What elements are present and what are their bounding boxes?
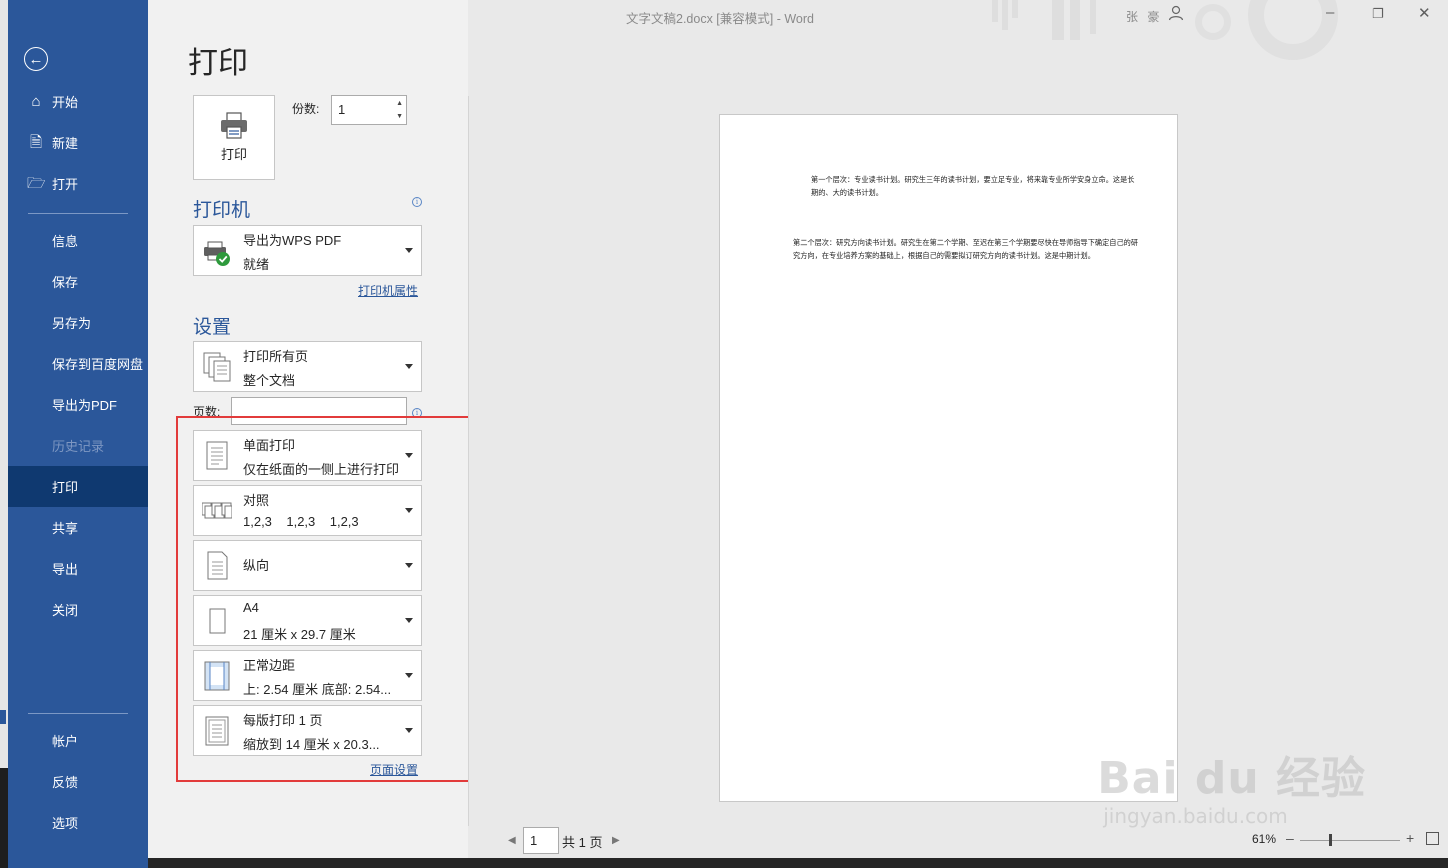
zoom-slider-thumb[interactable] — [1329, 834, 1332, 846]
pages-input[interactable] — [231, 397, 407, 425]
minimize-icon[interactable]: – — [1326, 4, 1334, 21]
print-button[interactable]: 打印 — [193, 95, 275, 180]
info-icon[interactable]: i — [412, 197, 422, 207]
preview-footer: ◀ 1 共 1 页 ▶ 61% – + — [468, 826, 1448, 856]
margins-icon — [204, 661, 230, 691]
fit-to-window-icon[interactable] — [1426, 832, 1439, 845]
chevron-down-icon — [405, 508, 413, 513]
print-preview-area: 第一个层次：专业读书计划。研究生三年的读书计划，要立足专业，将来靠专业所学安身立… — [468, 0, 1448, 868]
one-sided-icon — [206, 441, 228, 470]
restore-icon[interactable]: ❐ — [1372, 6, 1384, 22]
home-icon: ⌂ — [31, 93, 41, 110]
sidebar-item-export-pdf[interactable]: 导出为PDF — [8, 384, 148, 425]
orientation-dropdown[interactable]: 纵向 — [193, 540, 422, 591]
pages-label: 页数: — [193, 405, 221, 419]
sidebar-item-export[interactable]: 导出 — [8, 548, 148, 589]
pages-per-sheet-icon — [205, 716, 229, 746]
pages-per-sheet-dropdown[interactable]: 每版打印 1 页 缩放到 14 厘米 x 20.3... — [193, 705, 422, 756]
previous-page-icon[interactable]: ◀ — [508, 835, 516, 846]
sidebar-item-feedback[interactable]: 反馈 — [8, 761, 148, 802]
printer-properties-link[interactable]: 打印机属性 — [358, 282, 418, 299]
portrait-icon — [207, 551, 228, 580]
collate-dropdown[interactable]: 对照 1,2,3 1,2,3 1,2,3 — [193, 485, 422, 536]
zoom-level[interactable]: 61% — [1252, 832, 1276, 846]
preview-divider — [468, 96, 469, 826]
background-window-strip — [0, 0, 8, 868]
paper-size-icon — [209, 608, 226, 634]
print-button-label: 打印 — [220, 147, 247, 162]
sidebar-item-new[interactable]: 🗎 新建 — [8, 122, 148, 163]
page-count: 共 1 页 — [562, 835, 603, 850]
copies-value: 1 — [338, 102, 346, 117]
sidebar-separator — [28, 213, 128, 214]
person-icon — [1168, 5, 1184, 21]
copies-label: 份数: — [292, 102, 320, 116]
printer-section-title: 打印机 — [193, 200, 251, 221]
user-avatar-icon[interactable] — [1168, 5, 1184, 25]
copies-stepper[interactable]: 1 ▲ ▼ — [331, 95, 407, 125]
sidebar-item-options[interactable]: 选项 — [8, 802, 148, 843]
pages-icon — [203, 352, 231, 382]
sides-dropdown[interactable]: 单面打印 仅在纸面的一侧上进行打印 — [193, 430, 422, 481]
printer-dropdown[interactable]: 导出为WPS PDF 就绪 — [193, 225, 422, 276]
info-icon[interactable]: i — [412, 408, 422, 418]
zoom-slider[interactable] — [1300, 840, 1400, 841]
sidebar-item-home[interactable]: ⌂ 开始 — [8, 81, 148, 122]
preview-paragraph-1: 第一个层次：专业读书计划。研究生三年的读书计划，要立足专业，将来靠专业所学安身立… — [811, 175, 1135, 197]
chevron-down-icon — [405, 364, 413, 369]
printer-status: 就绪 — [243, 257, 270, 272]
preview-page: 第一个层次：专业读书计划。研究生三年的读书计划，要立足专业，将来靠专业所学安身立… — [719, 114, 1178, 802]
new-doc-icon: 🗎 — [29, 134, 43, 151]
next-page-icon[interactable]: ▶ — [612, 835, 620, 846]
zoom-in-icon[interactable]: + — [1406, 830, 1414, 846]
page-setup-link[interactable]: 页面设置 — [370, 761, 418, 778]
folder-open-icon: 🗁 — [27, 175, 46, 192]
collate-icon — [202, 502, 232, 519]
printer-icon — [221, 112, 247, 139]
print-range-dropdown[interactable]: 打印所有页 整个文档 — [193, 341, 422, 392]
chevron-down-icon — [405, 618, 413, 623]
chevron-down-icon — [405, 248, 413, 253]
close-icon[interactable]: ✕ — [1418, 4, 1431, 22]
sidebar-separator — [28, 713, 128, 714]
window-title: 文字文稿2.docx [兼容模式] - Word — [626, 12, 814, 26]
chevron-down-icon — [405, 563, 413, 568]
user-name[interactable]: 张 豪 — [1126, 8, 1162, 25]
printer-name: 导出为WPS PDF — [243, 233, 342, 248]
sidebar-item-info[interactable]: 信息 — [8, 220, 148, 261]
increment-icon[interactable]: ▲ — [396, 100, 403, 107]
sidebar-item-save-as[interactable]: 另存为 — [8, 302, 148, 343]
print-settings-panel: 打印 打印 份数: 1 ▲ ▼ 打印机 i 导出为WPS PDF 就绪 打印机属… — [148, 0, 468, 868]
chevron-down-icon — [405, 728, 413, 733]
settings-section-title: 设置 — [193, 317, 232, 338]
sidebar-item-open[interactable]: 🗁 打开 — [8, 163, 148, 204]
watermark: Bai du 经验 jingyan.baidu.com — [1097, 753, 1366, 828]
sidebar-item-save[interactable]: 保存 — [8, 261, 148, 302]
sidebar-item-history: 历史记录 — [52, 439, 105, 454]
sidebar-item-save-to-baidu[interactable]: 保存到百度网盘 — [8, 343, 148, 384]
background-window-dark — [0, 768, 8, 868]
backstage-sidebar: ← ⌂ 开始 🗎 新建 🗁 打开 信息 保存 另存为 保存到百度网盘 导出为PD… — [8, 0, 148, 868]
chevron-down-icon — [405, 453, 413, 458]
chevron-down-icon — [405, 673, 413, 678]
zoom-out-icon[interactable]: – — [1286, 830, 1294, 846]
margins-dropdown[interactable]: 正常边距 上: 2.54 厘米 底部: 2.54... — [193, 650, 422, 701]
taskbar — [148, 858, 1448, 868]
back-arrow-icon[interactable]: ← — [24, 47, 48, 71]
sidebar-item-close[interactable]: 关闭 — [8, 589, 148, 630]
printer-ready-icon — [204, 241, 230, 266]
paper-size-dropdown[interactable]: A4 21 厘米 x 29.7 厘米 — [193, 595, 422, 646]
sidebar-item-share[interactable]: 共享 — [8, 507, 148, 548]
background-window-icon — [0, 710, 6, 724]
page-title: 打印 — [188, 47, 248, 80]
sidebar-item-account[interactable]: 帐户 — [8, 720, 148, 761]
sidebar-item-print[interactable]: 打印 — [8, 466, 148, 507]
page-number-input[interactable]: 1 — [523, 827, 559, 854]
decrement-icon[interactable]: ▼ — [396, 113, 403, 120]
preview-paragraph-2: 第二个层次：研究方向读书计划。研究生在第二个学期、至迟在第三个学期要尽快在导师指… — [793, 238, 1139, 260]
